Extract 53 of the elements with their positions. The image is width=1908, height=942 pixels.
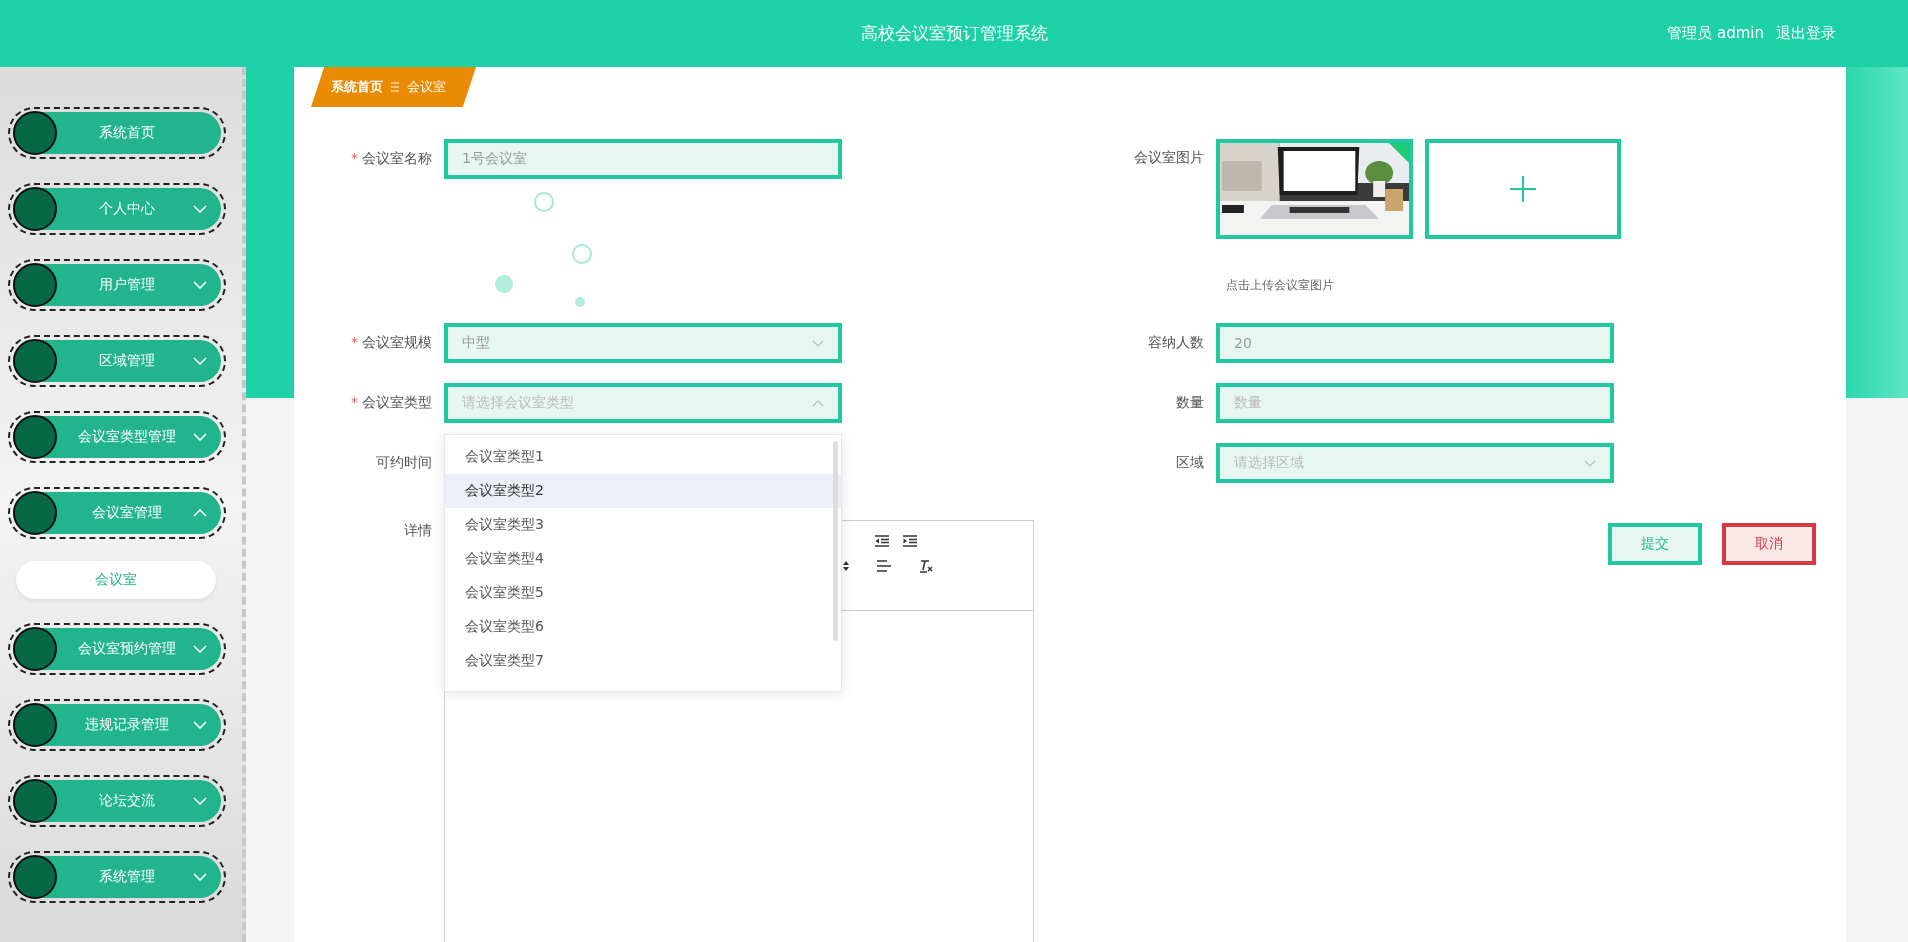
dropdown-option[interactable]: 会议室类型4 <box>445 542 841 576</box>
menu-item[interactable]: 论坛交流 <box>8 775 226 827</box>
logout-link[interactable]: 退出登录 <box>1776 24 1836 43</box>
align-icon[interactable] <box>877 560 891 572</box>
plus-icon <box>1510 176 1536 202</box>
region-select[interactable]: 请选择区域 <box>1216 443 1614 483</box>
menu-item[interactable]: 个人中心 <box>8 183 226 235</box>
menu-item[interactable]: 用户管理 <box>8 259 226 311</box>
field-label: 可约时间 <box>375 454 433 472</box>
clear-format-icon[interactable] <box>919 559 933 573</box>
scrollbar[interactable] <box>833 441 838 641</box>
menu-item[interactable]: 区域管理 <box>8 335 226 387</box>
required-mark: * <box>351 394 358 410</box>
dropdown-option[interactable]: 会议室类型2 <box>445 474 841 508</box>
menu-item[interactable]: 会议室类型管理 <box>8 411 226 463</box>
field-label: * 会议室类型 <box>350 394 433 412</box>
field-label: 会议室图片 <box>1133 148 1205 167</box>
caret-icon <box>1584 459 1596 467</box>
dropdown-option[interactable]: 会议室类型7 <box>445 644 841 678</box>
dropdown-option[interactable]: 会议室类型5 <box>445 576 841 610</box>
field-label: * 会议室规模 <box>350 334 433 352</box>
dropdown-option[interactable]: 会议室类型6 <box>445 610 841 644</box>
menu-item[interactable]: 违规记录管理 <box>8 699 226 751</box>
required-mark: * <box>351 334 358 350</box>
field-label: 数量 <box>1175 394 1205 412</box>
menu-item[interactable]: 会议室预约管理 <box>8 623 226 675</box>
indent-icon[interactable] <box>903 535 917 547</box>
menu-icon <box>391 82 399 92</box>
menu-item[interactable]: 会议室管理 <box>8 487 226 539</box>
breadcrumb-link[interactable]: 会议室 <box>407 78 446 96</box>
user-name: 管理员 admin <box>1667 24 1764 43</box>
submit-button[interactable]: 提交 <box>1608 523 1702 565</box>
dropdown-option[interactable]: 会议室类型1 <box>445 440 841 474</box>
required-mark: * <box>351 150 358 166</box>
upload-hint: 点击上传会议室图片 <box>1226 277 1335 294</box>
dropdown-option[interactable]: 会议室类型3 <box>445 508 841 542</box>
scale-select[interactable]: 中型 <box>444 323 842 363</box>
menu-item[interactable]: 系统首页 <box>8 107 226 159</box>
name-input[interactable]: 1号会议室 <box>444 139 842 179</box>
field-label: * 会议室名称 <box>350 150 433 168</box>
caret-icon <box>812 339 824 347</box>
app-title: 高校会议室预订管理系统 <box>860 22 1048 45</box>
breadcrumb-link[interactable]: 系统首页 <box>331 78 383 96</box>
menu-item[interactable]: 系统管理 <box>8 851 226 903</box>
field-label: 容纳人数 <box>1147 334 1205 352</box>
type-select[interactable]: 请选择会议室类型 <box>444 383 842 423</box>
outdent-icon[interactable] <box>875 535 889 547</box>
capacity-input[interactable]: 20 <box>1216 323 1614 363</box>
field-label: 详情 <box>403 521 433 540</box>
quantity-input[interactable]: 数量 <box>1216 383 1614 423</box>
cancel-button[interactable]: 取消 <box>1722 523 1816 565</box>
field-label: 区域 <box>1175 454 1205 472</box>
submenu-item[interactable]: 会议室 <box>16 561 216 599</box>
